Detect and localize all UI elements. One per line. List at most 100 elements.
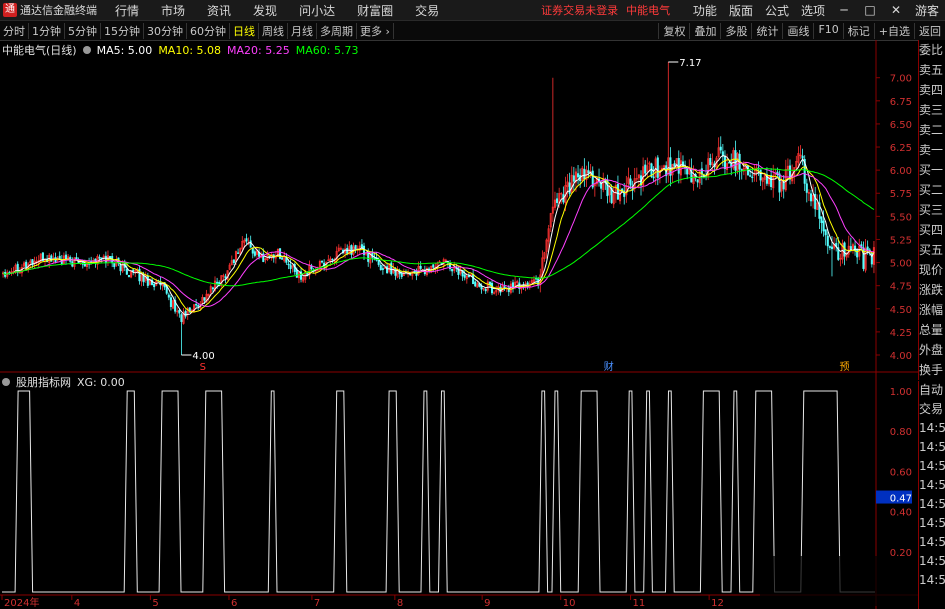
auto-trade-label[interactable]: 自动 bbox=[919, 381, 945, 400]
candle-body bbox=[289, 264, 292, 270]
candle-body bbox=[751, 176, 754, 179]
candle-body bbox=[249, 240, 252, 248]
candle-body bbox=[572, 175, 575, 182]
candle-body bbox=[331, 258, 334, 261]
candle-body bbox=[251, 248, 254, 254]
quote-label: 委比 bbox=[919, 43, 944, 57]
candle-body bbox=[723, 155, 726, 169]
candle-body bbox=[673, 163, 676, 167]
candle-body bbox=[770, 175, 773, 187]
y-tick-label: 4.00 bbox=[890, 351, 912, 362]
candle-body bbox=[644, 164, 647, 174]
candle-body bbox=[197, 305, 200, 307]
quote-label: 现价 bbox=[919, 263, 944, 277]
quote-label: 卖五 bbox=[919, 63, 944, 77]
candle-body bbox=[419, 265, 422, 269]
candle-body bbox=[394, 268, 397, 276]
main-chart-info: 中能电气(日线) MA5: 5.00 MA10: 5.08 MA20: 5.25… bbox=[2, 42, 358, 58]
candle-body bbox=[587, 170, 590, 174]
ma-line-ma20 bbox=[2, 162, 875, 307]
candle-body bbox=[709, 157, 712, 166]
high-annotation: 7.17 bbox=[679, 58, 701, 69]
candle-body bbox=[577, 173, 580, 178]
candle-body bbox=[390, 262, 393, 275]
x-tick-label: 8 bbox=[397, 598, 403, 609]
settings-circle-icon[interactable] bbox=[2, 378, 10, 386]
tick-time: 14:56 bbox=[919, 516, 945, 530]
y-tick-label: 0.60 bbox=[890, 467, 912, 478]
candle-body bbox=[474, 281, 477, 287]
quote-label: 买一 bbox=[919, 163, 944, 177]
candle-body bbox=[451, 268, 454, 272]
candle-body bbox=[310, 266, 313, 270]
y-tick-label: 5.75 bbox=[890, 189, 912, 200]
quote-label: 买二 bbox=[919, 183, 944, 197]
y-tick-label: 7.00 bbox=[890, 74, 912, 85]
candle-body bbox=[98, 257, 101, 259]
y-tick-label: 6.00 bbox=[890, 166, 912, 177]
x-tick-label: 12 bbox=[711, 598, 724, 609]
quote-label: 涨跌 bbox=[919, 283, 944, 297]
candle-body bbox=[467, 275, 470, 277]
trade-panel: 自动 交易 14:56 14:56 14:56 14:56 14:56 14:5… bbox=[918, 381, 945, 609]
candle-body bbox=[629, 178, 632, 186]
event-marker: S bbox=[200, 362, 206, 373]
x-tick-label: 6 bbox=[231, 598, 237, 609]
candle-body bbox=[759, 169, 762, 181]
y-tick-label: 6.50 bbox=[890, 120, 912, 131]
candle-body bbox=[568, 182, 571, 194]
candle-body bbox=[346, 247, 349, 254]
candle-body bbox=[119, 264, 122, 272]
candle-body bbox=[656, 157, 659, 178]
settings-circle-icon[interactable] bbox=[82, 46, 91, 54]
candle-body bbox=[253, 251, 256, 256]
candle-body bbox=[379, 265, 382, 271]
candle-body bbox=[484, 288, 487, 292]
candle-body bbox=[749, 175, 752, 177]
candle-body bbox=[854, 245, 857, 251]
candle-body bbox=[820, 216, 823, 223]
candle-body bbox=[728, 162, 731, 164]
candle-body bbox=[463, 274, 466, 278]
candle-body bbox=[828, 246, 831, 248]
candle-body bbox=[268, 255, 271, 258]
y-tick-label: 0.80 bbox=[890, 427, 912, 438]
candle-body bbox=[195, 304, 198, 306]
candle-body bbox=[180, 314, 183, 322]
candle-body bbox=[740, 169, 743, 171]
candle-body bbox=[153, 283, 156, 288]
ma60-label: MA60: 5.73 bbox=[295, 43, 359, 57]
candle-body bbox=[281, 257, 284, 260]
candle-body bbox=[104, 255, 107, 264]
y-tick-label: 5.50 bbox=[890, 212, 912, 223]
candle-body bbox=[782, 181, 785, 190]
trade-label[interactable]: 交易 bbox=[919, 400, 945, 419]
candle-body bbox=[279, 248, 282, 259]
candle-body bbox=[696, 179, 699, 183]
candle-body bbox=[354, 245, 357, 250]
x-tick-label: 5 bbox=[152, 598, 158, 609]
low-annotation: 4.00 bbox=[192, 351, 214, 362]
candle-body bbox=[224, 276, 227, 279]
candle-body bbox=[826, 235, 829, 247]
candle-body bbox=[719, 146, 722, 151]
tick-time: 14:56 bbox=[919, 535, 945, 549]
quote-label: 卖四 bbox=[919, 83, 944, 97]
kline-chart[interactable]: 7.00 6.75 6.50 6.25 6.00 5.75 5.50 5.25 5.00 4.75… bbox=[0, 0, 945, 609]
y-tick-label: 4.75 bbox=[890, 282, 912, 293]
tick-time: 14:56 bbox=[919, 573, 945, 587]
candle-body bbox=[184, 311, 187, 317]
y-tick-label: 5.00 bbox=[890, 259, 912, 270]
candle-body bbox=[381, 268, 384, 270]
candle-body bbox=[146, 275, 149, 286]
candle-body bbox=[686, 168, 689, 175]
tick-time: 14:56 bbox=[919, 421, 945, 435]
candle-body bbox=[25, 261, 28, 268]
candle-body bbox=[287, 263, 290, 266]
candle-body bbox=[583, 168, 586, 180]
candle-body bbox=[866, 246, 869, 251]
candle-body bbox=[237, 252, 240, 254]
candle-body bbox=[778, 173, 781, 193]
quote-panel: 委比 卖五 卖四 卖三 卖二 卖一 买一 买二 买三 买四 买五 现价 涨跌 涨… bbox=[918, 40, 945, 380]
x-tick-label: 11 bbox=[633, 598, 646, 609]
